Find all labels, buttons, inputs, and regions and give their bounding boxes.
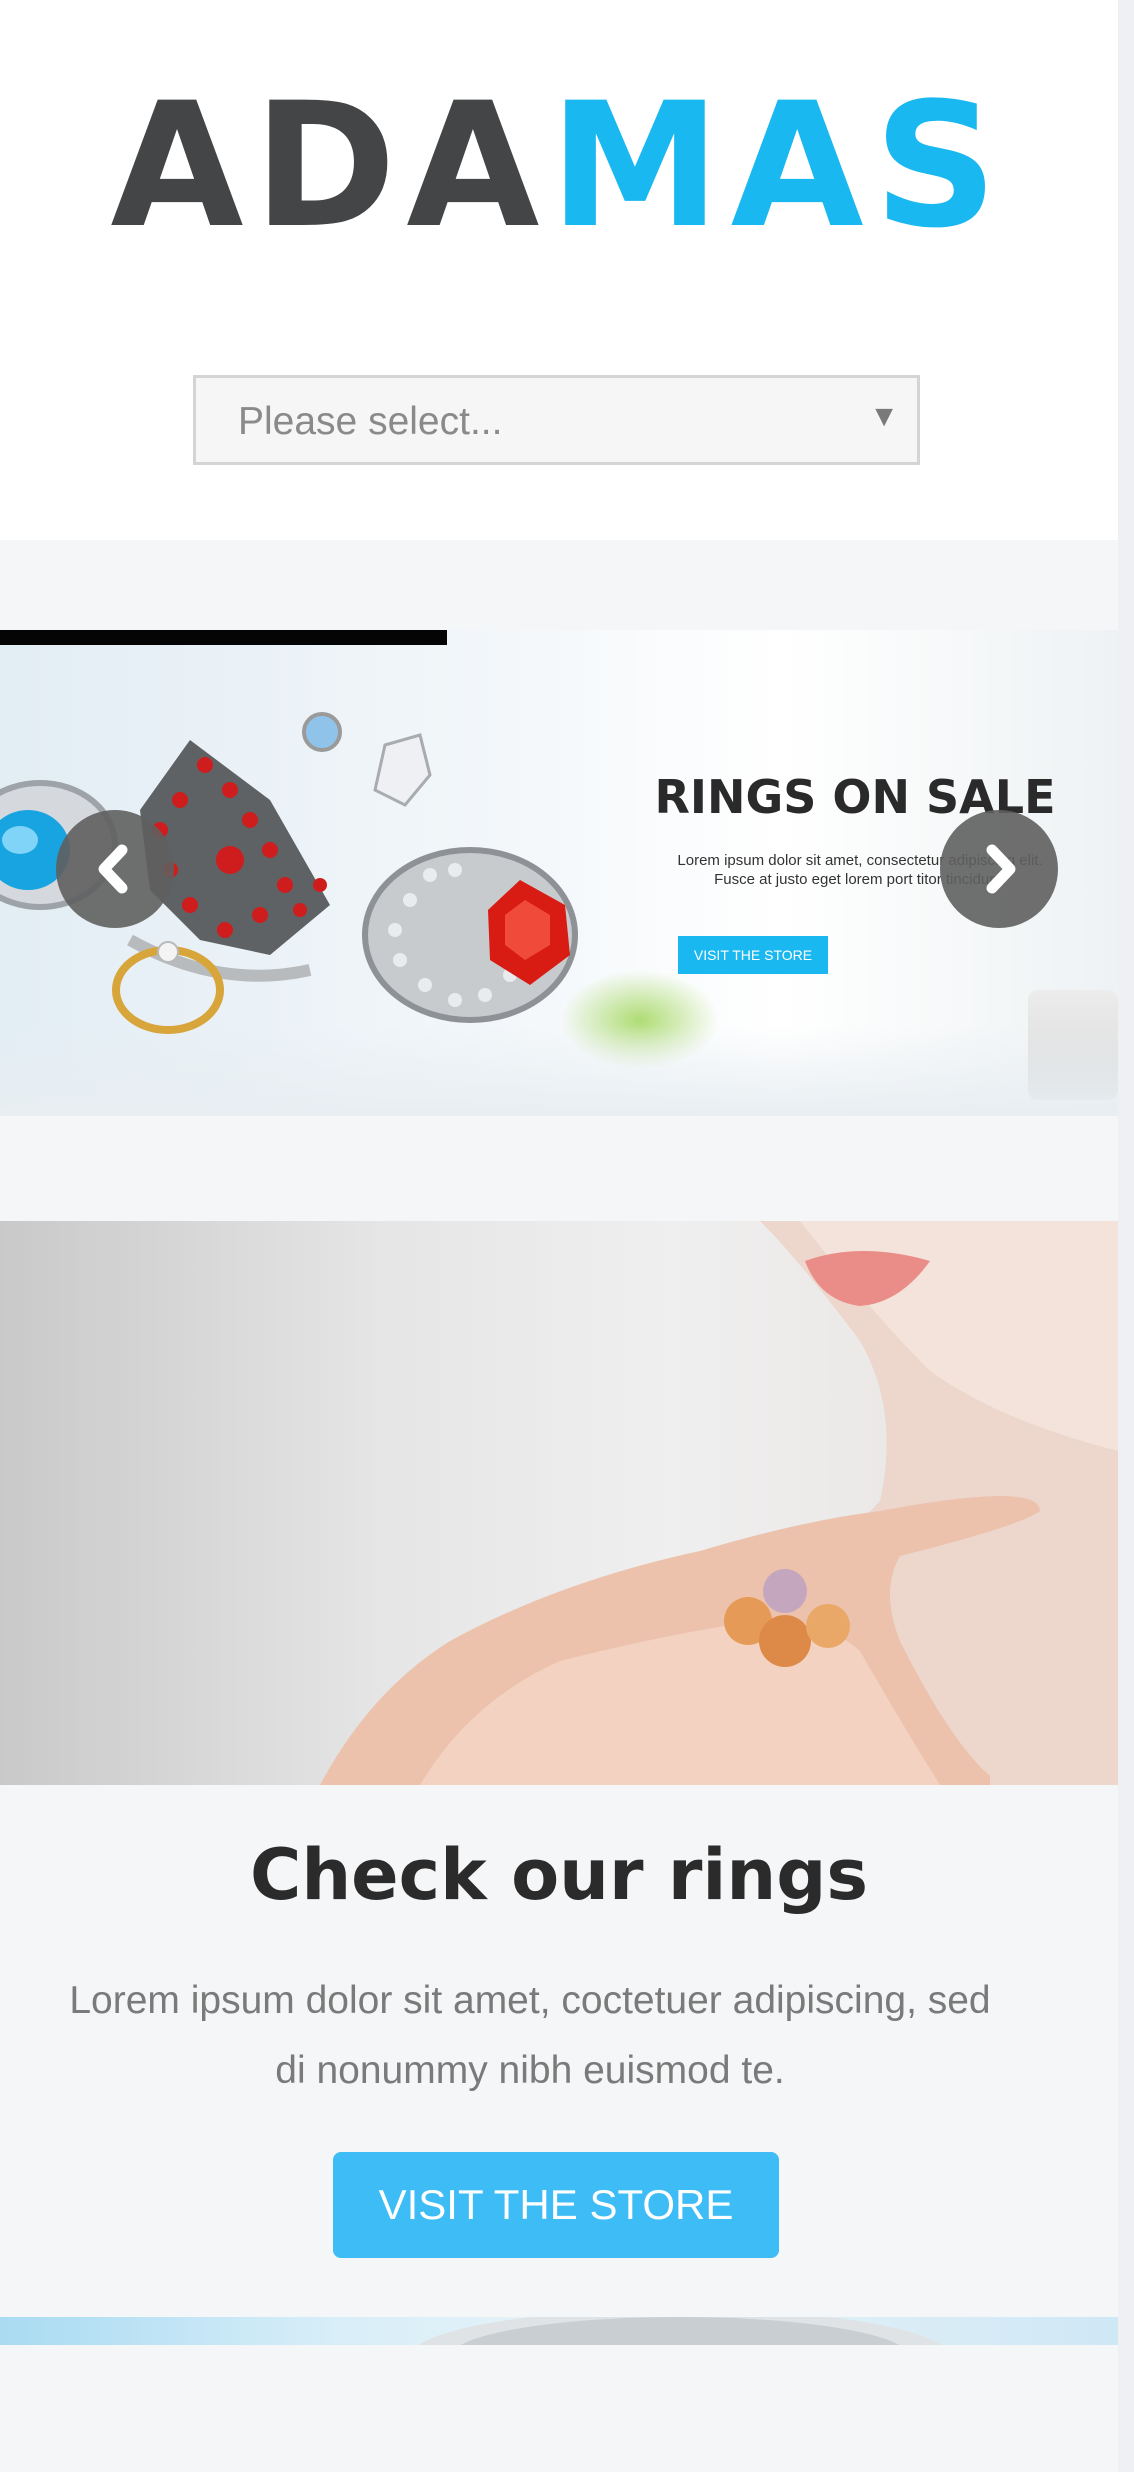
- category-select[interactable]: Please select... ▼: [193, 375, 920, 465]
- next-banner-photo: [418, 2317, 942, 2345]
- logo-text-dark: ADA: [110, 65, 550, 266]
- chevron-right-icon: [986, 844, 1016, 894]
- next-section-image: [0, 2317, 1118, 2345]
- slider-progress-bar: [0, 630, 447, 645]
- visit-store-button[interactable]: VISIT THE STORE: [333, 2152, 779, 2258]
- promo-title: Check our rings: [249, 1834, 869, 1916]
- logo-text-blue: MAS: [549, 65, 1008, 266]
- page-scroll-gutter: [1118, 0, 1134, 2472]
- rings-promo-image: [0, 1221, 1118, 1785]
- slide-visit-store-button[interactable]: VISIT THE STORE: [678, 936, 828, 974]
- slider-next-button[interactable]: [940, 810, 1058, 928]
- hand-ring-photo: [320, 1221, 1118, 1785]
- chevron-left-icon: [98, 844, 128, 894]
- select-placeholder: Please select...: [238, 400, 503, 443]
- site-header: ADAMAS Please select... ▼: [0, 0, 1118, 540]
- slider-prev-button[interactable]: [56, 810, 174, 928]
- promo-text: Lorem ipsum dolor sit amet, coctetuer ad…: [69, 1979, 991, 2092]
- dropdown-arrow-icon: ▼: [869, 400, 899, 433]
- adamas-logo[interactable]: ADAMAS: [0, 80, 1118, 252]
